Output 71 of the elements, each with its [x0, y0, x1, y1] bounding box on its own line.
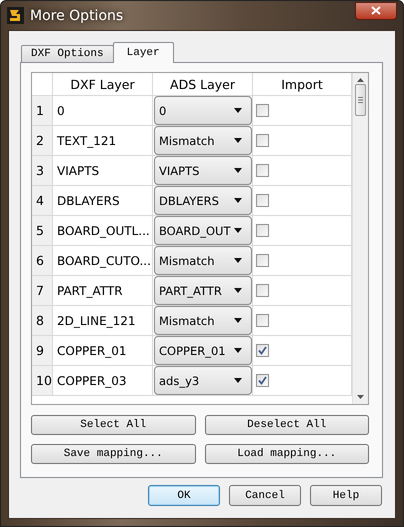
ads-layer-dropdown[interactable]: Mismatch [154, 246, 252, 275]
action-button[interactable]: Save mapping... [31, 444, 196, 464]
dxf-layer-cell: PART_ATTR [53, 276, 153, 306]
caret-icon [234, 108, 242, 113]
import-checkbox[interactable] [256, 284, 269, 297]
dxf-layer-cell: DBLAYERS [53, 186, 153, 216]
dxf-layer-cell: TEXT_121 [53, 126, 153, 156]
import-checkbox[interactable] [256, 314, 269, 327]
import-checkbox[interactable] [256, 194, 269, 207]
app-icon [7, 7, 24, 24]
row-number: 5 [32, 216, 53, 246]
close-button[interactable] [355, 2, 397, 20]
dxf-layer-cell: COPPER_01 [53, 336, 153, 366]
column-header: ADS Layer [153, 73, 253, 96]
dxf-layer-cell: BOARD_CUTO... [53, 246, 153, 276]
import-checkbox[interactable] [256, 134, 269, 147]
row-number: 2 [32, 126, 53, 156]
row-number: 1 [32, 96, 53, 126]
dxf-layer-cell: BOARD_OUTL... [53, 216, 153, 246]
import-checkbox[interactable] [256, 104, 269, 117]
row-number: 9 [32, 336, 53, 366]
caret-icon [234, 168, 242, 173]
action-button[interactable]: Deselect All [204, 415, 369, 435]
tab[interactable]: DXF Options [21, 45, 114, 62]
ads-layer-dropdown[interactable]: 0 [154, 96, 252, 125]
ads-layer-dropdown[interactable]: PART_ATTR [154, 276, 252, 305]
dxf-layer-cell: VIAPTS [53, 156, 153, 186]
ads-layer-dropdown[interactable]: ads_y3 [154, 366, 252, 395]
ads-layer-dropdown[interactable]: DBLAYERS [154, 186, 252, 215]
import-checkbox[interactable] [256, 254, 269, 267]
scrollbar-thumb[interactable] [355, 84, 366, 116]
scroll-up-icon[interactable] [357, 78, 364, 82]
ads-layer-dropdown[interactable]: Mismatch [154, 126, 252, 155]
window-title: More Options [30, 8, 124, 24]
import-checkbox[interactable] [256, 344, 269, 357]
ads-layer-dropdown[interactable]: VIAPTS [154, 156, 252, 185]
dxf-layer-cell: COPPER_03 [53, 366, 153, 396]
import-checkbox[interactable] [256, 224, 269, 237]
ads-layer-dropdown[interactable]: Mismatch [154, 306, 252, 335]
row-number: 8 [32, 306, 53, 336]
scrollbar[interactable] [352, 73, 368, 404]
tab[interactable]: Layer [112, 42, 174, 63]
caret-icon [234, 318, 242, 323]
column-header: Import [253, 73, 352, 96]
dialog-button[interactable]: Cancel [229, 485, 301, 506]
grip-icon [358, 97, 363, 103]
import-checkbox[interactable] [256, 164, 269, 177]
caret-icon [234, 378, 242, 383]
ads-layer-dropdown[interactable]: BOARD_OUT [154, 216, 252, 245]
action-button[interactable]: Select All [31, 415, 196, 435]
row-number: 3 [32, 156, 53, 186]
action-button[interactable]: Load mapping... [204, 444, 369, 464]
caret-icon [234, 138, 242, 143]
dxf-layer-cell: 0 [53, 96, 153, 126]
close-icon [371, 6, 381, 15]
row-number: 10 [32, 366, 53, 396]
dialog-button[interactable]: Help [310, 485, 382, 506]
caret-icon [234, 198, 242, 203]
import-checkbox[interactable] [256, 374, 269, 387]
caret-icon [234, 258, 242, 263]
caret-icon [234, 288, 242, 293]
column-header: DXF Layer [53, 73, 153, 96]
ads-layer-dropdown[interactable]: COPPER_01 [154, 336, 252, 365]
caret-icon [234, 228, 242, 233]
row-number: 6 [32, 246, 53, 276]
row-number: 4 [32, 186, 53, 216]
dxf-layer-cell: 2D_LINE_121 [53, 306, 153, 336]
dialog-button[interactable]: OK [148, 485, 220, 506]
row-number: 7 [32, 276, 53, 306]
scroll-down-icon[interactable] [357, 395, 364, 399]
caret-icon [234, 348, 242, 353]
